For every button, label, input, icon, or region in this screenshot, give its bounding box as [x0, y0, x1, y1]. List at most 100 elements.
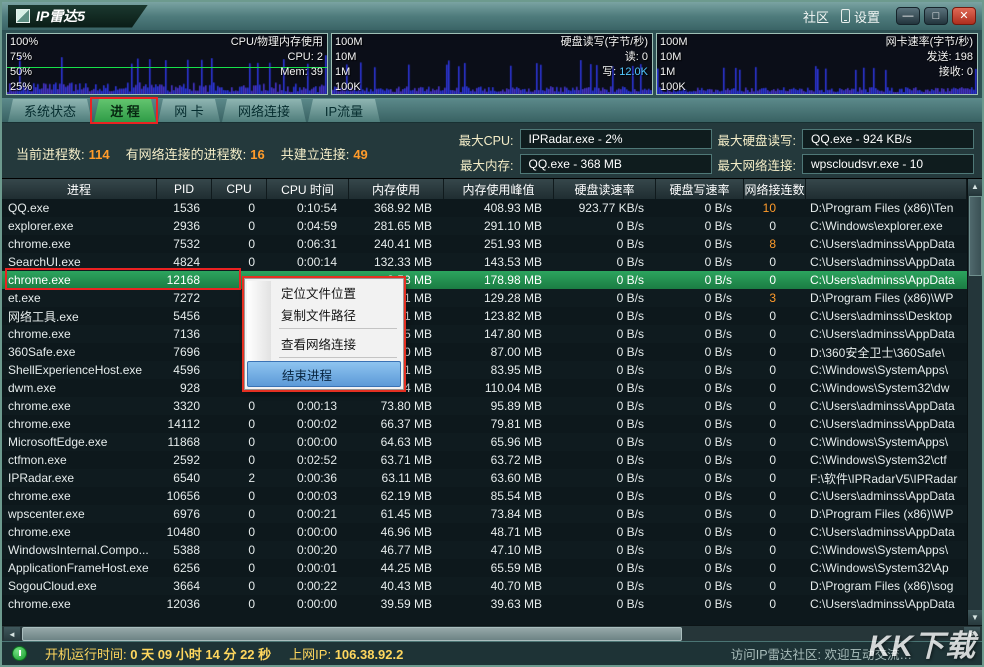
- cell-conn: 0: [744, 579, 806, 593]
- table-row[interactable]: 网络工具.exe54561.01 MB123.82 MB0 B/s0 B/s0C…: [2, 307, 967, 325]
- disk-io-graph: 100M10M 1M100K 硬盘读写(字节/秒) 读: 0 写: 12.0K: [331, 33, 653, 95]
- column-header[interactable]: CPU: [212, 179, 267, 199]
- cell-read: 0 B/s: [554, 417, 656, 431]
- column-header[interactable]: 网络接连数: [744, 179, 806, 199]
- horizontal-scrollbar[interactable]: ◄ ►: [2, 625, 982, 641]
- table-row[interactable]: chrome.exe753200:06:31240.41 MB251.93 MB…: [2, 235, 967, 253]
- tab-ip-traffic[interactable]: IP流量: [308, 99, 380, 122]
- table-row[interactable]: SogouCloud.exe366400:00:2240.43 MB40.70 …: [2, 577, 967, 595]
- table-row[interactable]: dwm.exe92810:03:0781.84 MB110.04 MB0 B/s…: [2, 379, 967, 397]
- maximize-button[interactable]: □: [924, 7, 948, 25]
- scroll-left-button[interactable]: ◄: [4, 627, 20, 641]
- tab-connections[interactable]: 网络连接: [222, 99, 306, 122]
- cell-pid: 12168: [157, 273, 212, 287]
- close-button[interactable]: ✕: [952, 7, 976, 25]
- disk-write-stat: 写: 12.0K: [561, 65, 648, 80]
- cell-cpu: 0: [212, 507, 267, 521]
- tab-system-status[interactable]: 系统状态: [8, 99, 92, 122]
- table-row[interactable]: explorer.exe293600:04:59281.65 MB291.10 …: [2, 217, 967, 235]
- cell-mem: 63.71 MB: [349, 453, 444, 467]
- cell-name: 网络工具.exe: [2, 308, 157, 325]
- cell-write: 0 B/s: [656, 453, 744, 467]
- table-row[interactable]: ShellExperienceHost.exe45962.91 MB83.95 …: [2, 361, 967, 379]
- table-row[interactable]: chrome.exe1411200:00:0266.37 MB79.81 MB0…: [2, 415, 967, 433]
- network-graph-scale: 100M10M 1M100K: [660, 35, 688, 95]
- cell-read: 0 B/s: [554, 345, 656, 359]
- cell-pid: 6976: [157, 507, 212, 521]
- minimize-button[interactable]: —: [896, 7, 920, 25]
- cell-path: C:\Windows\explorer.exe: [806, 219, 967, 233]
- cell-pid: 3320: [157, 399, 212, 413]
- column-header[interactable]: 内存使用峰值: [444, 179, 554, 199]
- cell-mem: 44.25 MB: [349, 561, 444, 575]
- cell-write: 0 B/s: [656, 489, 744, 503]
- table-row[interactable]: chrome.exe332000:00:1373.80 MB95.89 MB0 …: [2, 397, 967, 415]
- cell-peak: 65.96 MB: [444, 435, 554, 449]
- settings-button[interactable]: 设置: [841, 7, 880, 26]
- column-header[interactable]: 硬盘读速率: [554, 179, 656, 199]
- cell-conn: 0: [744, 417, 806, 431]
- table-row[interactable]: 360Safe.exe76964.00 MB87.00 MB0 B/s0 B/s…: [2, 343, 967, 361]
- community-link[interactable]: 社区: [803, 7, 829, 26]
- cell-write: 0 B/s: [656, 381, 744, 395]
- table-row[interactable]: MicrosoftEdge.exe1186800:00:0064.63 MB65…: [2, 433, 967, 451]
- table-row[interactable]: wpscenter.exe697600:00:2161.45 MB73.84 M…: [2, 505, 967, 523]
- column-header[interactable]: 进程: [2, 179, 157, 199]
- column-header[interactable]: PID: [157, 179, 212, 199]
- cell-name: ctfmon.exe: [2, 453, 157, 467]
- cell-peak: 65.59 MB: [444, 561, 554, 575]
- cpu-memory-graph: 100%75% 50%25% CPU/物理内存使用 CPU: 2 Mem: 39: [6, 33, 328, 95]
- table-row[interactable]: chrome.exe1203600:00:0039.59 MB39.63 MB0…: [2, 595, 967, 613]
- cell-conn: 0: [744, 273, 806, 287]
- tab-processes[interactable]: 进 程: [94, 99, 156, 122]
- menu-item[interactable]: 定位文件位置: [247, 281, 401, 303]
- vertical-scrollbar[interactable]: ▲ ▼: [967, 179, 982, 625]
- table-row[interactable]: ctfmon.exe259200:02:5263.71 MB63.72 MB0 …: [2, 451, 967, 469]
- cell-mem: 281.65 MB: [349, 219, 444, 233]
- table-row[interactable]: SearchUI.exe482400:00:14132.33 MB143.53 …: [2, 253, 967, 271]
- cell-write: 0 B/s: [656, 201, 744, 215]
- cell-mem: 240.41 MB: [349, 237, 444, 251]
- table-row[interactable]: chrome.exe1048000:00:0046.96 MB48.71 MB0…: [2, 523, 967, 541]
- column-header[interactable]: 硬盘写速率: [656, 179, 744, 199]
- cell-path: D:\Program Files (x86)\sog: [806, 579, 967, 593]
- table-row[interactable]: chrome.exe1065600:00:0362.19 MB85.54 MB0…: [2, 487, 967, 505]
- vertical-scroll-thumb[interactable]: [969, 196, 982, 276]
- cell-write: 0 B/s: [656, 435, 744, 449]
- menu-item[interactable]: 结束进程: [247, 361, 401, 387]
- max-memory-label: 最大内存:: [459, 155, 514, 174]
- cell-time: 0:04:59: [267, 219, 349, 233]
- menu-item[interactable]: 复制文件路径: [247, 303, 401, 325]
- table-row[interactable]: chrome.exe121683.53 MB178.98 MB0 B/s0 B/…: [2, 271, 967, 289]
- phone-icon: [841, 9, 850, 23]
- table-row[interactable]: ApplicationFrameHost.exe625600:00:0144.2…: [2, 559, 967, 577]
- cell-cpu: 0: [212, 597, 267, 611]
- scroll-up-button[interactable]: ▲: [968, 179, 982, 194]
- cell-peak: 79.81 MB: [444, 417, 554, 431]
- table-row[interactable]: QQ.exe153600:10:54368.92 MB408.93 MB923.…: [2, 199, 967, 217]
- cell-read: 0 B/s: [554, 219, 656, 233]
- tab-network-card[interactable]: 网 卡: [158, 99, 220, 122]
- cell-cpu: 0: [212, 435, 267, 449]
- column-header[interactable]: 内存使用: [349, 179, 444, 199]
- cell-name: chrome.exe: [2, 489, 157, 503]
- table-row[interactable]: chrome.exe71361.45 MB147.80 MB0 B/s0 B/s…: [2, 325, 967, 343]
- cpu-graph-title: CPU/物理内存使用: [231, 35, 323, 50]
- table-row[interactable]: WindowsInternal.Compo...538800:00:2046.7…: [2, 541, 967, 559]
- uptime-status: 开机运行时间: 0 天 09 小时 14 分 22 秒: [45, 644, 271, 663]
- table-row[interactable]: et.exe72727.41 MB129.28 MB0 B/s0 B/s3D:\…: [2, 289, 967, 307]
- cell-conn: 0: [744, 435, 806, 449]
- horizontal-scroll-thumb[interactable]: [22, 627, 682, 641]
- cell-path: C:\Windows\SystemApps\: [806, 363, 967, 377]
- column-header[interactable]: [806, 179, 967, 199]
- process-counts: 当前进程数:114 有网络连接的进程数:16 共建立连接:49: [16, 144, 368, 163]
- menu-item[interactable]: 查看网络连接: [247, 332, 401, 354]
- cell-peak: 110.04 MB: [444, 381, 554, 395]
- cell-cpu: 0: [212, 561, 267, 575]
- table-row[interactable]: IPRadar.exe654020:00:3663.11 MB63.60 MB0…: [2, 469, 967, 487]
- column-header[interactable]: CPU 时间: [267, 179, 349, 199]
- cell-path: C:\Windows\System32\ctf: [806, 453, 967, 467]
- cell-write: 0 B/s: [656, 597, 744, 611]
- cell-time: 0:00:36: [267, 471, 349, 485]
- cell-path: C:\Windows\SystemApps\: [806, 435, 967, 449]
